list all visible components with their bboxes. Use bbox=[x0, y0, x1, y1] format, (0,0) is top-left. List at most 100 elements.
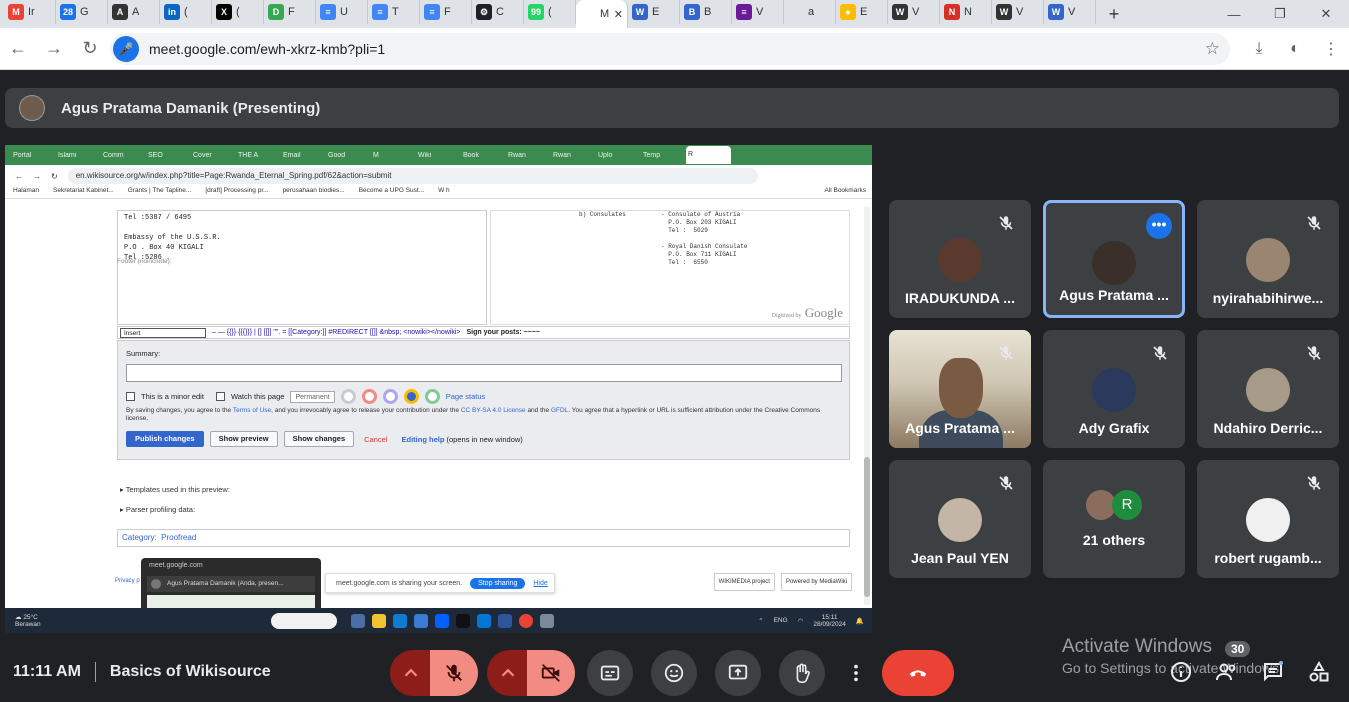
people-icon[interactable] bbox=[1215, 660, 1239, 684]
signature-hint: Sign your posts: ~~~~ bbox=[466, 329, 541, 336]
reload-icon[interactable]: ↻ bbox=[72, 31, 108, 67]
browser-tab[interactable]: ≡ V bbox=[732, 0, 784, 24]
close-tab-icon[interactable]: ✕ bbox=[614, 8, 623, 21]
word-icon bbox=[497, 613, 512, 628]
audio-options-button[interactable] bbox=[390, 650, 432, 696]
participant-tile[interactable]: Agus Pratama ... bbox=[889, 330, 1031, 448]
site-info-icon[interactable]: 🎤 bbox=[113, 36, 139, 62]
browser-tab[interactable]: AA bbox=[108, 0, 160, 24]
tab-label: ( bbox=[236, 6, 240, 18]
browser-tab[interactable]: 28 G bbox=[56, 0, 108, 24]
browser-tab[interactable]: X( bbox=[212, 0, 264, 24]
windows-taskbar: ☁ 25°C Berawan ⌃ ENG ◠ 15:11 28/09/2024 🔔 bbox=[5, 608, 872, 633]
tab-label: V bbox=[756, 6, 764, 18]
raise-hand-button[interactable] bbox=[779, 650, 825, 696]
category-label: Category: bbox=[122, 533, 157, 542]
divider bbox=[94, 662, 96, 682]
bookmark-star-icon[interactable]: ☆ bbox=[1205, 39, 1220, 59]
browser-tab[interactable]: ≡ F bbox=[420, 0, 472, 24]
restore-icon[interactable]: ❐ bbox=[1257, 0, 1303, 28]
tab-favicon-icon: B bbox=[684, 4, 700, 20]
participant-name: Agus Pratama ... bbox=[905, 420, 1015, 436]
microphone-toggle-button[interactable] bbox=[430, 650, 478, 696]
participant-tile[interactable]: R 21 others bbox=[1043, 460, 1185, 578]
browser-tab[interactable]: WV bbox=[992, 0, 1044, 24]
shared-bookmark: [draft] Processing pr... bbox=[205, 187, 269, 194]
browser-tab[interactable]: ≡ T bbox=[368, 0, 420, 24]
participant-tile[interactable]: ••• Agus Pratama ... bbox=[1043, 200, 1185, 318]
shared-screen: Portal Islami Comm SEO Cover THE A Email Good M W… bbox=[5, 145, 872, 633]
meeting-side-controls bbox=[1169, 660, 1331, 684]
new-tab-button[interactable]: + bbox=[1102, 4, 1126, 25]
lang-indicator: ENG bbox=[773, 617, 788, 624]
activities-icon[interactable] bbox=[1307, 660, 1331, 684]
shared-forward-icon: → bbox=[33, 171, 41, 181]
shared-tab: Cover bbox=[193, 151, 212, 159]
edge-icon bbox=[392, 613, 407, 628]
reactions-button[interactable] bbox=[651, 650, 697, 696]
browser-tab[interactable]: M Ir bbox=[4, 0, 56, 24]
status-ring-yellow bbox=[403, 389, 419, 404]
tab-favicon-icon bbox=[788, 4, 804, 20]
scan-col1: b) Consulates bbox=[579, 211, 626, 218]
leave-call-button[interactable] bbox=[882, 650, 954, 696]
participant-name: Jean Paul YEN bbox=[911, 550, 1009, 566]
presenter-bar: Agus Pratama Damanik (Presenting) bbox=[5, 88, 1339, 128]
browser-tab[interactable]: ≡ U bbox=[316, 0, 368, 24]
mic-off-icon bbox=[997, 474, 1015, 492]
participant-tile[interactable]: Ady Grafix bbox=[1043, 330, 1185, 448]
tab-favicon-icon: W bbox=[892, 4, 908, 20]
url-text[interactable]: meet.google.com/ewh-xkrz-kmb?pli=1 bbox=[149, 41, 385, 57]
minimize-icon[interactable]: — bbox=[1211, 0, 1257, 28]
download-icon[interactable]: ⤓ bbox=[1241, 40, 1277, 58]
forward-icon[interactable]: → bbox=[36, 31, 72, 67]
participant-tile[interactable]: IRADUKUNDA ... bbox=[889, 200, 1031, 318]
tab-favicon-icon: M bbox=[8, 4, 24, 20]
participant-tile[interactable]: Jean Paul YEN bbox=[889, 460, 1031, 578]
more-options-button[interactable] bbox=[843, 650, 869, 696]
google-watermark: Digitized by Google bbox=[772, 306, 843, 320]
back-icon[interactable]: ← bbox=[0, 31, 36, 67]
shared-tab: Portal bbox=[13, 151, 32, 159]
show-preview-button: Show preview bbox=[209, 431, 278, 447]
browser-tab[interactable]: NN bbox=[940, 0, 992, 24]
participant-tile[interactable]: nyirahabihirwe... bbox=[1197, 200, 1339, 318]
browser-tab[interactable]: WV bbox=[1044, 0, 1096, 24]
close-window-icon[interactable]: ✕ bbox=[1303, 0, 1349, 28]
camera-toggle-button[interactable] bbox=[527, 650, 575, 696]
info-icon[interactable] bbox=[1169, 660, 1193, 684]
browser-tab[interactable]: ⚙ C bbox=[472, 0, 524, 24]
participant-tile[interactable]: robert rugamb... bbox=[1197, 460, 1339, 578]
summary-input bbox=[126, 364, 842, 382]
browser-tab[interactable]: ● E bbox=[836, 0, 888, 24]
shared-tab: Rwan bbox=[553, 151, 571, 159]
tab-label: M bbox=[600, 8, 610, 20]
menu-kebab-icon[interactable]: ⋮ bbox=[1313, 39, 1349, 59]
omnibox[interactable]: 🎤 meet.google.com/ewh-xkrz-kmb?pli=1 ☆ bbox=[110, 33, 1230, 65]
browser-tab[interactable]: a bbox=[784, 0, 836, 24]
participant-tile[interactable]: Ndahiro Derric... bbox=[1197, 330, 1339, 448]
browser-tab[interactable]: BB bbox=[680, 0, 732, 24]
tab-label: V bbox=[1068, 6, 1076, 18]
browser-tab[interactable]: in ( bbox=[160, 0, 212, 24]
footer-badges: WIKIMEDIA project Powered by MediaWiki bbox=[713, 573, 852, 591]
extension-icon[interactable]: ◐ bbox=[1277, 40, 1313, 58]
status-ring-green bbox=[424, 389, 440, 404]
shared-tab: Rwan bbox=[508, 151, 526, 159]
browser-tab[interactable]: WV bbox=[888, 0, 940, 24]
more-options-icon[interactable]: ••• bbox=[1146, 213, 1172, 239]
browser-tab[interactable]: WE bbox=[628, 0, 680, 24]
browser-tab[interactable]: DF bbox=[264, 0, 316, 24]
captions-button[interactable] bbox=[587, 650, 633, 696]
video-options-button[interactable] bbox=[487, 650, 529, 696]
cancel-link: Cancel bbox=[364, 434, 388, 444]
tab-favicon-icon: ● bbox=[840, 4, 856, 20]
tab-favicon-icon: W bbox=[632, 4, 648, 20]
browser-tab[interactable]: 99 ( bbox=[524, 0, 576, 24]
chat-icon[interactable] bbox=[1261, 660, 1285, 684]
browser-tab[interactable]: M ✕ bbox=[576, 0, 628, 28]
tab-label: V bbox=[912, 6, 920, 18]
activate-title: Activate Windows bbox=[1062, 636, 1212, 657]
mic-off-icon bbox=[1151, 344, 1169, 362]
present-button[interactable] bbox=[715, 650, 761, 696]
